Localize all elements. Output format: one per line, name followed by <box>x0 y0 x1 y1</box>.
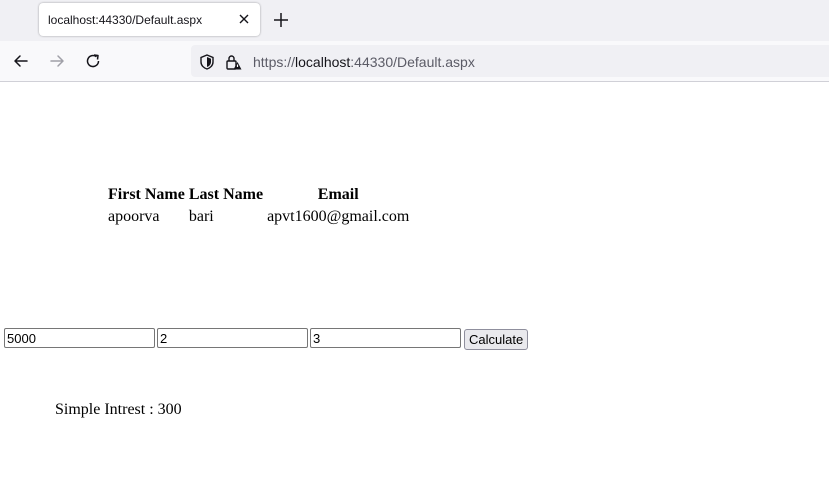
simple-interest-result: Simple Intrest : 300 <box>55 401 182 419</box>
url-bar[interactable]: https://localhost:44330/Default.aspx <box>191 45 829 77</box>
header-email: Email <box>317 186 359 203</box>
url-text: https://localhost:44330/Default.aspx <box>253 54 475 70</box>
close-tab-icon[interactable] <box>235 10 253 28</box>
result-value: 300 <box>157 401 182 418</box>
forward-arrow-icon[interactable] <box>47 51 67 71</box>
result-label: Simple Intrest : <box>55 401 158 418</box>
url-scheme: https:// <box>253 54 296 70</box>
header-first-name: First Name <box>108 186 185 203</box>
lock-warning-icon[interactable] <box>224 53 242 71</box>
user-grid: First Name Last Name Email apoorva bari … <box>106 184 411 228</box>
calculate-button[interactable]: Calculate <box>464 329 529 350</box>
tab-title: localhost:44330/Default.aspx <box>48 13 203 27</box>
tab-strip: localhost:44330/Default.aspx <box>0 0 829 41</box>
url-host: localhost <box>295 54 351 70</box>
cell-first-name: apoorva <box>108 208 160 225</box>
cell-email: apvt1600@gmail.com <box>267 208 410 225</box>
active-tab[interactable]: localhost:44330/Default.aspx <box>39 3 260 36</box>
url-path: :44330/Default.aspx <box>350 54 475 70</box>
cell-last-name: bari <box>188 208 214 225</box>
principal-input[interactable] <box>4 328 155 348</box>
header-last-name: Last Name <box>188 186 264 203</box>
reload-icon[interactable] <box>83 51 103 71</box>
table-row: apoorva bari apvt1600@gmail.com <box>106 206 411 228</box>
rate-input[interactable] <box>157 328 308 348</box>
new-tab-plus-icon[interactable] <box>271 10 291 30</box>
shield-icon[interactable] <box>198 53 216 71</box>
time-input[interactable] <box>310 328 461 348</box>
navigation-bar: https://localhost:44330/Default.aspx <box>0 41 829 82</box>
grid-header-row: First Name Last Name Email <box>106 184 411 206</box>
back-arrow-icon[interactable] <box>11 51 31 71</box>
